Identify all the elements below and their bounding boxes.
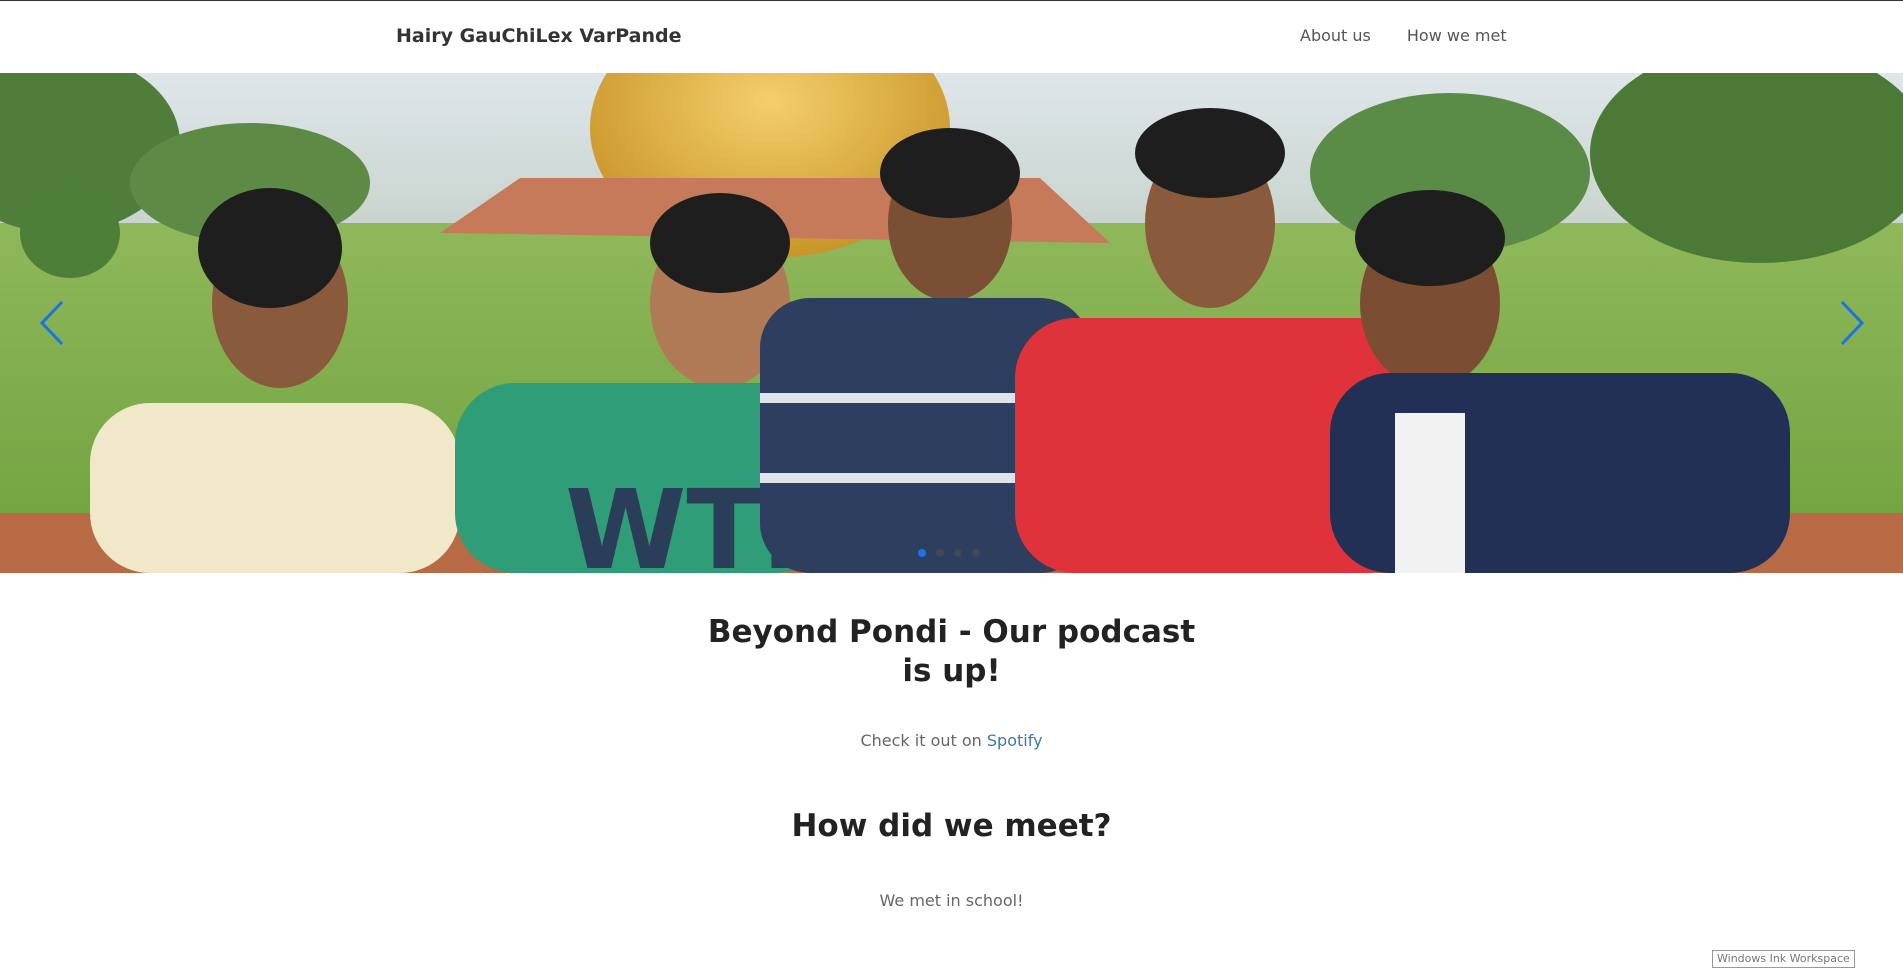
- carousel-indicator[interactable]: [972, 549, 980, 557]
- nav-link-about-us[interactable]: About us: [1300, 26, 1371, 45]
- carousel-indicator[interactable]: [918, 549, 926, 557]
- chevron-left-icon: [39, 300, 64, 346]
- spotify-link[interactable]: Spotify: [987, 731, 1043, 750]
- carousel-image: WTF: [0, 73, 1903, 573]
- meet-heading: How did we meet?: [791, 808, 1112, 844]
- carousel-next-button[interactable]: [1830, 298, 1870, 348]
- carousel-indicator[interactable]: [936, 549, 944, 557]
- hero-carousel: WTF: [0, 73, 1903, 573]
- nav-link-how-we-met[interactable]: How we met: [1407, 26, 1507, 45]
- site-brand[interactable]: Hairy GauChiLex VarPande: [396, 25, 682, 47]
- podcast-checkout-text: Check it out on Spotify: [0, 731, 1903, 750]
- podcast-heading: Beyond Pondi - Our podcast is up!: [707, 614, 1196, 689]
- carousel-indicators: [918, 549, 980, 557]
- checkout-prefix: Check it out on: [860, 731, 987, 750]
- windows-ink-workspace-button[interactable]: Windows Ink Workspace: [1712, 950, 1855, 968]
- chevron-right-icon: [1840, 300, 1865, 346]
- nav-links: About us How we met: [1300, 26, 1543, 45]
- navbar: Hairy GauChiLex VarPande About us How we…: [0, 1, 1903, 73]
- carousel-indicator[interactable]: [954, 549, 962, 557]
- carousel-prev-button[interactable]: [34, 298, 74, 348]
- meet-text: We met in school!: [879, 891, 1024, 910]
